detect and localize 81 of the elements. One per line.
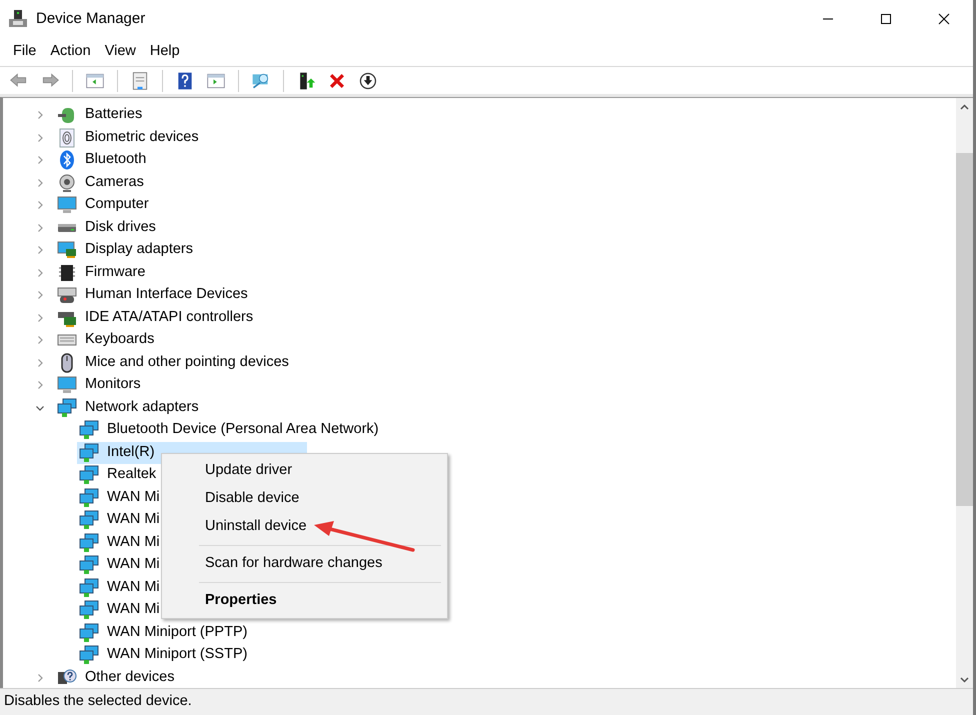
network-adapter-icon bbox=[79, 465, 99, 486]
expand-chevron-icon[interactable] bbox=[35, 672, 45, 683]
expand-chevron-icon[interactable] bbox=[35, 132, 45, 143]
tree-item[interactable]: WAN Mi bbox=[105, 598, 162, 622]
caret-down-icon bbox=[960, 676, 969, 682]
menu-item[interactable]: View bbox=[98, 39, 143, 65]
network-adapter-icon bbox=[79, 600, 99, 620]
network-adapter-icon bbox=[79, 510, 99, 530]
tree-item[interactable]: Other devices bbox=[83, 666, 176, 688]
disk-drive-icon bbox=[57, 222, 77, 233]
caret-up-icon bbox=[960, 104, 969, 110]
tree-item[interactable]: Cameras bbox=[83, 170, 146, 195]
chip-icon bbox=[57, 262, 77, 283]
menu-item[interactable]: Disable device bbox=[164, 485, 445, 513]
tree-item[interactable]: IDE ATA/ATAPI controllers bbox=[83, 306, 256, 330]
menu-item[interactable]: Action bbox=[43, 39, 98, 65]
expand-chevron-icon[interactable] bbox=[35, 268, 45, 278]
keyboard-gamepad-icon bbox=[57, 285, 77, 306]
close-icon bbox=[938, 13, 950, 25]
network-adapter-icon bbox=[79, 578, 99, 598]
status-text: Disables the selected device. bbox=[4, 692, 192, 712]
bluetooth-icon bbox=[57, 150, 77, 170]
scrollbar-thumb[interactable] bbox=[956, 153, 973, 506]
expand-chevron-icon[interactable] bbox=[35, 178, 45, 188]
display-adapter-icon bbox=[57, 240, 77, 260]
tree-item[interactable]: WAN Mi bbox=[105, 530, 162, 555]
expand-chevron-icon[interactable] bbox=[35, 245, 45, 256]
network-adapter-icon bbox=[79, 488, 99, 508]
menu-item[interactable]: Scan for hardware changes bbox=[164, 550, 445, 578]
tree-item[interactable]: WAN Mi bbox=[105, 576, 162, 600]
network-adapter-icon bbox=[79, 555, 99, 576]
tree-item[interactable]: Network adapters bbox=[83, 396, 201, 420]
device-manager-icon bbox=[8, 9, 28, 29]
tree-item[interactable]: Bluetooth Device (Personal Area Network) bbox=[105, 418, 381, 442]
tree-item[interactable]: WAN Mi bbox=[105, 553, 162, 578]
menu-item[interactable]: Update driver bbox=[164, 457, 445, 485]
battery-icon bbox=[57, 105, 77, 126]
expand-chevron-icon[interactable] bbox=[35, 110, 45, 120]
tree-item[interactable]: Disk drives bbox=[83, 216, 158, 240]
tree-item[interactable]: Bluetooth bbox=[83, 148, 148, 172]
network-adapter-icon bbox=[79, 532, 99, 553]
tree-item[interactable]: Computer bbox=[83, 193, 151, 218]
tree-item[interactable]: Batteries bbox=[83, 103, 144, 128]
tree-item[interactable]: Monitors bbox=[83, 373, 143, 398]
webcam-icon bbox=[57, 172, 77, 193]
expand-chevron-icon[interactable] bbox=[35, 155, 45, 166]
network-adapter-icon bbox=[79, 645, 99, 666]
tree-item[interactable]: WAN Mi bbox=[105, 508, 162, 532]
network-icon bbox=[57, 398, 77, 418]
expand-chevron-icon[interactable] bbox=[35, 312, 45, 323]
network-adapter-icon bbox=[79, 442, 99, 463]
maximize-icon bbox=[880, 13, 892, 25]
expand-chevron-icon[interactable] bbox=[35, 222, 45, 233]
network-adapter-icon bbox=[79, 420, 99, 440]
tree-item[interactable]: WAN Mi bbox=[105, 486, 162, 510]
tree-item[interactable]: Mice and other pointing devices bbox=[83, 350, 291, 375]
expand-chevron-icon[interactable] bbox=[35, 290, 45, 300]
tree-item[interactable]: WAN Miniport (PPTP) bbox=[105, 620, 250, 645]
fingerprint-icon bbox=[57, 128, 77, 148]
tree-item[interactable]: Firmware bbox=[83, 260, 148, 285]
window-title: Device Manager bbox=[36, 8, 146, 29]
properties-sheet-icon bbox=[130, 70, 150, 90]
tree-item[interactable]: Display adapters bbox=[83, 238, 195, 262]
expand-chevron-icon[interactable] bbox=[35, 335, 45, 346]
menu-item[interactable]: File bbox=[6, 39, 44, 65]
tree-item[interactable]: Intel(R) bbox=[105, 440, 157, 465]
download-icon bbox=[358, 70, 378, 90]
network-adapter-icon bbox=[79, 622, 99, 643]
menu-item[interactable]: Properties bbox=[164, 587, 445, 615]
menu-item[interactable]: Help bbox=[142, 39, 187, 65]
tree-item[interactable]: WAN Miniport (SSTP) bbox=[105, 643, 250, 668]
expand-chevron-icon[interactable] bbox=[35, 380, 45, 390]
expand-chevron-icon[interactable] bbox=[35, 358, 45, 368]
menu-item[interactable]: Uninstall device bbox=[164, 513, 445, 541]
tree-item[interactable]: Realtek bbox=[105, 463, 158, 488]
monitor-icon bbox=[57, 375, 77, 396]
tree-item[interactable]: Human Interface Devices bbox=[83, 283, 250, 308]
tree-item[interactable]: Keyboards bbox=[83, 328, 156, 352]
monitor-icon bbox=[57, 195, 77, 216]
tree-item[interactable]: Biometric devices bbox=[83, 126, 201, 150]
expand-chevron-icon[interactable] bbox=[35, 200, 45, 210]
